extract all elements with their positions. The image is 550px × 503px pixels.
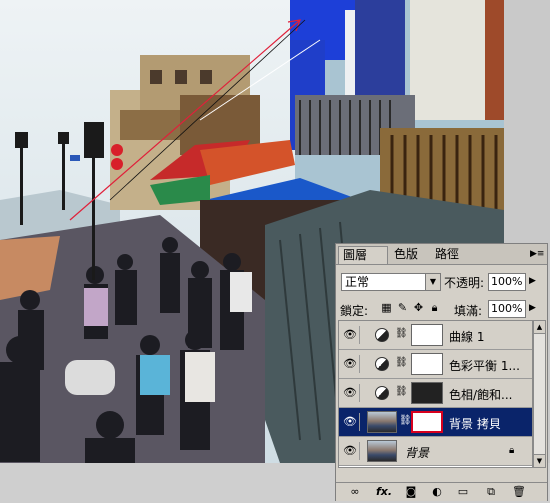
eye-icon[interactable]: 👁︎ bbox=[341, 326, 360, 344]
group-icon[interactable]: ▭ bbox=[456, 485, 470, 499]
layer-name: 色相/飽和... bbox=[449, 388, 513, 402]
new-layer-icon[interactable]: ⧉ bbox=[484, 485, 498, 499]
fill-slider-arrow-icon[interactable]: ▶ bbox=[529, 303, 536, 313]
lock-image-pixels-icon[interactable]: ✎ bbox=[396, 301, 409, 314]
layer-row[interactable]: 👁︎ ⛓︎ 色相/飽和... bbox=[339, 379, 532, 408]
layer-row[interactable]: 👁︎ ⛓︎ 色彩平衡 1... bbox=[339, 350, 532, 379]
scroll-up-icon[interactable]: ▲ bbox=[534, 321, 545, 334]
layer-list: 👁︎ ⛓︎ 曲線 1 👁︎ ⛓︎ 色彩平衡 1... 👁︎ ⛓︎ 色相/飽和..… bbox=[338, 320, 533, 468]
layer-mask-thumbnail[interactable] bbox=[411, 353, 443, 375]
tab-layers[interactable]: 圖層 bbox=[338, 246, 388, 264]
fill-label: 填滿: bbox=[454, 304, 483, 318]
layer-mask-thumbnail[interactable] bbox=[411, 324, 443, 346]
chain-link-icon[interactable]: ⛓︎ bbox=[395, 386, 408, 397]
panel-menu-icon[interactable]: ▶≡ bbox=[530, 247, 544, 261]
lock-label: 鎖定: bbox=[340, 304, 369, 318]
panel-footer: ∞ fx. ◙ ◐ ▭ ⧉ 🗑︎ bbox=[336, 482, 547, 501]
adjustment-icon[interactable]: ◐ bbox=[430, 485, 444, 499]
chain-link-icon[interactable]: ⛓︎ bbox=[395, 357, 408, 368]
layer-name: 色彩平衡 1... bbox=[449, 359, 520, 373]
lock-transparency-icon[interactable]: ▦ bbox=[380, 301, 393, 314]
opacity-slider-arrow-icon[interactable]: ▶ bbox=[529, 276, 536, 286]
layer-mask-thumbnail[interactable] bbox=[411, 411, 443, 433]
opacity-input[interactable]: 100% bbox=[488, 273, 526, 291]
chain-link-icon[interactable]: ⛓︎ bbox=[395, 328, 408, 339]
fill-input[interactable]: 100% bbox=[488, 300, 526, 318]
lock-position-icon[interactable]: ✥ bbox=[412, 301, 425, 314]
tab-paths[interactable]: 路徑 bbox=[431, 246, 471, 264]
eye-icon[interactable]: 👁︎ bbox=[341, 442, 360, 460]
layer-name: 背景 拷貝 bbox=[449, 417, 501, 431]
panel-tab-bar: 圖層 色版 路徑 ▶≡ bbox=[336, 244, 547, 265]
layer-list-scrollbar[interactable]: ▲ ▼ bbox=[533, 320, 546, 468]
layer-name: 曲線 1 bbox=[449, 330, 485, 344]
layers-panel: 圖層 色版 路徑 ▶≡ 正常 ▼ 不透明: 100% ▶ 鎖定: ▦ ✎ ✥ 🔒… bbox=[335, 243, 548, 501]
eye-icon[interactable]: 👁︎ bbox=[341, 355, 360, 373]
layer-mask-thumbnail[interactable] bbox=[411, 382, 443, 404]
adjustment-layer-icon bbox=[375, 357, 389, 371]
chevron-down-icon[interactable]: ▼ bbox=[425, 274, 440, 290]
layer-row[interactable]: 👁︎ ⛓︎ 曲線 1 bbox=[339, 321, 532, 350]
adjustment-layer-icon bbox=[375, 328, 389, 342]
lock-all-icon[interactable]: 🔒︎ bbox=[428, 301, 441, 314]
fx-icon[interactable]: fx. bbox=[374, 485, 394, 499]
eye-icon[interactable]: 👁︎ bbox=[341, 384, 360, 402]
trash-icon[interactable]: 🗑︎ bbox=[512, 485, 526, 499]
opacity-label: 不透明: bbox=[444, 276, 485, 290]
layer-thumbnail[interactable] bbox=[367, 411, 397, 433]
blend-mode-value: 正常 bbox=[345, 275, 370, 289]
lock-icon: 🔒︎ bbox=[509, 445, 515, 456]
layer-thumbnail[interactable] bbox=[367, 440, 397, 462]
tab-channels[interactable]: 色版 bbox=[390, 246, 430, 264]
mask-icon[interactable]: ◙ bbox=[404, 485, 418, 499]
layer-row[interactable]: 👁︎ 背景 🔒︎ bbox=[339, 437, 532, 466]
chain-link-icon[interactable]: ⛓︎ bbox=[399, 415, 412, 426]
blend-mode-select[interactable]: 正常 ▼ bbox=[341, 273, 441, 291]
layer-row-selected[interactable]: 👁︎ ⛓︎ 背景 拷貝 bbox=[339, 408, 532, 437]
layer-name: 背景 bbox=[405, 446, 430, 460]
scroll-down-icon[interactable]: ▼ bbox=[534, 454, 545, 467]
eye-icon[interactable]: 👁︎ bbox=[341, 413, 360, 431]
adjustment-layer-icon bbox=[375, 386, 389, 400]
link-icon[interactable]: ∞ bbox=[346, 485, 364, 499]
